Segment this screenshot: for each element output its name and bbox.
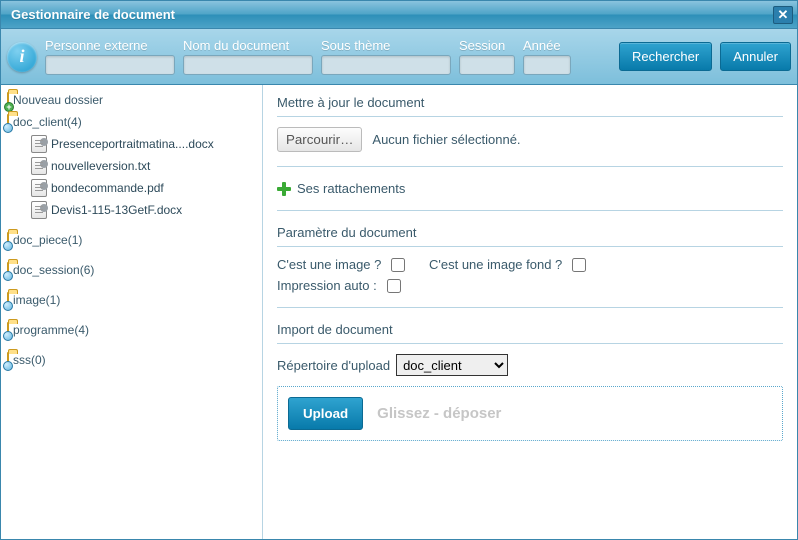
new-folder-label: Nouveau dossier bbox=[13, 93, 103, 107]
file-item[interactable]: Devis1-115-13GetF.docx bbox=[1, 199, 262, 221]
label-annee: Année bbox=[523, 38, 571, 53]
no-file-text: Aucun fichier sélectionné. bbox=[372, 132, 520, 147]
magnifier-icon bbox=[3, 361, 13, 371]
is-bg-image-label: C'est une image fond ? bbox=[429, 257, 562, 272]
info-icon[interactable]: i bbox=[7, 42, 37, 72]
window-title: Gestionnaire de document bbox=[11, 7, 175, 22]
auto-print-label: Impression auto : bbox=[277, 278, 377, 293]
folder-label: doc_piece(1) bbox=[13, 233, 82, 247]
input-session[interactable] bbox=[459, 55, 515, 75]
file-icon bbox=[31, 157, 47, 175]
file-name: nouvelleversion.txt bbox=[51, 159, 150, 173]
search-toolbar: i Personne externe Nom du document Sous … bbox=[1, 29, 797, 85]
folder-label: image(1) bbox=[13, 293, 60, 307]
folder-label: doc_client(4) bbox=[13, 115, 82, 129]
is-bg-image-checkbox[interactable] bbox=[572, 258, 586, 272]
file-item[interactable]: nouvelleversion.txt bbox=[1, 155, 262, 177]
folder-label: sss(0) bbox=[13, 353, 46, 367]
file-icon bbox=[31, 201, 47, 219]
file-icon bbox=[31, 179, 47, 197]
attachments-label: Ses rattachements bbox=[297, 181, 405, 196]
dialog-window: Gestionnaire de document ✕ i Personne ex… bbox=[0, 0, 798, 540]
upload-button[interactable]: Upload bbox=[288, 397, 363, 430]
label-nom-document: Nom du document bbox=[183, 38, 313, 53]
folder-doc-client[interactable]: doc_client(4) bbox=[1, 111, 262, 133]
folder-label: programme(4) bbox=[13, 323, 89, 337]
section-update-title: Mettre à jour le document bbox=[277, 95, 783, 117]
cancel-button[interactable]: Annuler bbox=[720, 42, 791, 71]
section-import-title: Import de document bbox=[277, 322, 783, 344]
detail-panel: Mettre à jour le document Parcourir… Auc… bbox=[263, 85, 797, 539]
folder-label: doc_session(6) bbox=[13, 263, 94, 277]
dropzone[interactable]: Upload Glissez - déposer bbox=[277, 386, 783, 441]
content-layout: + Nouveau dossier doc_client(4) Presence… bbox=[1, 85, 797, 539]
attachments-link[interactable]: Ses rattachements bbox=[277, 181, 783, 196]
magnifier-icon bbox=[3, 123, 13, 133]
divider bbox=[277, 210, 783, 211]
file-name: bondecommande.pdf bbox=[51, 181, 164, 195]
folder-image[interactable]: image(1) bbox=[1, 289, 262, 311]
file-item[interactable]: Presenceportraitmatina....docx bbox=[1, 133, 262, 155]
section-params-title: Paramètre du document bbox=[277, 225, 783, 247]
folder-doc-piece[interactable]: doc_piece(1) bbox=[1, 229, 262, 251]
folder-doc-session[interactable]: doc_session(6) bbox=[1, 259, 262, 281]
auto-print-checkbox[interactable] bbox=[387, 279, 401, 293]
plus-icon bbox=[277, 182, 291, 196]
input-personne-externe[interactable] bbox=[45, 55, 175, 75]
is-image-label: C'est une image ? bbox=[277, 257, 381, 272]
file-name: Devis1-115-13GetF.docx bbox=[51, 203, 182, 217]
browse-button[interactable]: Parcourir… bbox=[277, 127, 362, 152]
drop-hint: Glissez - déposer bbox=[377, 405, 501, 422]
divider bbox=[277, 307, 783, 308]
field-session: Session bbox=[459, 38, 515, 75]
titlebar: Gestionnaire de document ✕ bbox=[1, 1, 797, 29]
label-session: Session bbox=[459, 38, 515, 53]
field-sous-theme: Sous thème bbox=[321, 38, 451, 75]
upload-dir-select[interactable]: doc_client bbox=[396, 354, 508, 376]
folder-programme[interactable]: programme(4) bbox=[1, 319, 262, 341]
file-icon bbox=[31, 135, 47, 153]
field-personne-externe: Personne externe bbox=[45, 38, 175, 75]
field-annee: Année bbox=[523, 38, 571, 75]
file-item[interactable]: bondecommande.pdf bbox=[1, 177, 262, 199]
is-image-checkbox[interactable] bbox=[391, 258, 405, 272]
search-button[interactable]: Rechercher bbox=[619, 42, 712, 71]
new-folder-button[interactable]: + Nouveau dossier bbox=[1, 89, 262, 111]
magnifier-icon bbox=[3, 331, 13, 341]
upload-dir-label: Répertoire d'upload bbox=[277, 358, 390, 373]
file-chooser-row: Parcourir… Aucun fichier sélectionné. bbox=[277, 127, 783, 152]
divider bbox=[277, 166, 783, 167]
magnifier-icon bbox=[3, 271, 13, 281]
label-sous-theme: Sous thème bbox=[321, 38, 451, 53]
close-button[interactable]: ✕ bbox=[773, 6, 793, 24]
close-icon: ✕ bbox=[778, 7, 789, 23]
input-annee[interactable] bbox=[523, 55, 571, 75]
label-personne-externe: Personne externe bbox=[45, 38, 175, 53]
input-sous-theme[interactable] bbox=[321, 55, 451, 75]
magnifier-icon bbox=[3, 241, 13, 251]
folder-tree: + Nouveau dossier doc_client(4) Presence… bbox=[1, 85, 263, 539]
field-nom-document: Nom du document bbox=[183, 38, 313, 75]
file-name: Presenceportraitmatina....docx bbox=[51, 137, 214, 151]
magnifier-icon bbox=[3, 301, 13, 311]
folder-sss[interactable]: sss(0) bbox=[1, 349, 262, 371]
input-nom-document[interactable] bbox=[183, 55, 313, 75]
